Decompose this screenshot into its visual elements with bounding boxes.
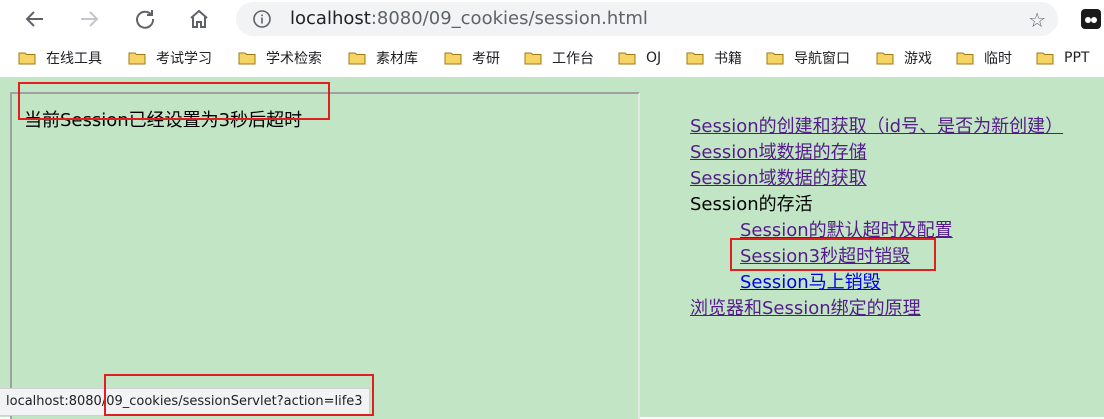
home-icon[interactable] (182, 2, 216, 36)
bookmark-folder[interactable]: OJ (618, 47, 661, 69)
bookmark-label: 在线工具 (46, 51, 102, 67)
bookmark-label: 素材库 (376, 51, 418, 67)
url-path: :8080/09_cookies/session.html (370, 8, 648, 29)
bookmark-label: 临时 (984, 51, 1012, 67)
highlight-box (730, 238, 936, 271)
bookmarks-bar: 在线工具 考试学习 学术检索 素材库 考研 工作台 OJ 书籍 导航窗口 游戏 … (0, 38, 1104, 78)
folder-icon (524, 51, 542, 65)
bookmark-label: 工作台 (552, 51, 594, 67)
highlight-box (104, 374, 374, 416)
folder-icon (618, 51, 636, 65)
bookmark-folder[interactable]: 考研 (444, 47, 500, 69)
bookmark-label: 书籍 (714, 51, 742, 67)
star-icon[interactable]: ☆ (1028, 8, 1046, 32)
folder-icon (766, 51, 784, 65)
bookmark-label: 考研 (472, 51, 500, 67)
bookmark-folder[interactable]: 工作台 (524, 47, 594, 69)
link-session-browser-binding[interactable]: 浏览器和Session绑定的原理 (690, 296, 921, 322)
folder-icon (18, 51, 36, 65)
folder-icon (444, 51, 462, 65)
highlight-box (18, 82, 330, 120)
bookmark-folder[interactable]: 游戏 (876, 47, 932, 69)
section-session-lifetime: Session的存活 (690, 194, 813, 215)
bookmark-folder[interactable]: 书籍 (686, 47, 742, 69)
reload-icon[interactable] (128, 2, 162, 36)
link-session-create[interactable]: Session的创建和获取（id号、是否为新创建） (690, 114, 1063, 140)
extension-icon[interactable] (1080, 8, 1102, 30)
folder-icon (238, 51, 256, 65)
bookmark-folder[interactable]: 在线工具 (18, 47, 102, 69)
url-text: localhost:8080/09_cookies/session.html (290, 8, 648, 29)
folder-icon (348, 51, 366, 65)
bookmark-folder[interactable]: 学术检索 (238, 47, 322, 69)
bookmark-label: 考试学习 (156, 51, 212, 67)
page-content: 当前Session已经设置为3秒后超时 Session的创建和获取（id号、是否… (0, 78, 1104, 419)
bookmark-label: 导航窗口 (794, 51, 850, 67)
link-session-invalidate[interactable]: Session马上销毁 (740, 270, 881, 296)
bookmark-label: PPT (1064, 50, 1090, 66)
forward-arrow-icon[interactable] (72, 2, 106, 36)
browser-toolbar: localhost:8080/09_cookies/session.html ☆ (0, 0, 1104, 38)
address-bar[interactable]: localhost:8080/09_cookies/session.html ☆ (236, 2, 1058, 36)
folder-icon (876, 51, 894, 65)
url-host: localhost (290, 8, 371, 29)
folder-icon (686, 51, 704, 65)
bookmark-folder[interactable]: PPT (1036, 47, 1089, 69)
bookmark-folder[interactable]: 素材库 (348, 47, 418, 69)
bookmark-folder[interactable]: 临时 (956, 47, 1012, 69)
folder-icon (128, 51, 146, 65)
link-session-store[interactable]: Session域数据的存储 (690, 140, 867, 166)
bookmark-folder[interactable]: 考试学习 (128, 47, 212, 69)
back-arrow-icon[interactable] (18, 2, 52, 36)
bookmark-label: 游戏 (904, 51, 932, 67)
info-icon[interactable] (252, 9, 272, 33)
link-session-get[interactable]: Session域数据的获取 (690, 166, 867, 192)
bookmark-folder[interactable]: 导航窗口 (766, 47, 850, 69)
bookmark-label: OJ (646, 50, 662, 66)
folder-icon (1036, 51, 1054, 65)
bookmark-label: 学术检索 (266, 51, 322, 67)
folder-icon (956, 51, 974, 65)
left-frame: 当前Session已经设置为3秒后超时 (10, 92, 640, 419)
